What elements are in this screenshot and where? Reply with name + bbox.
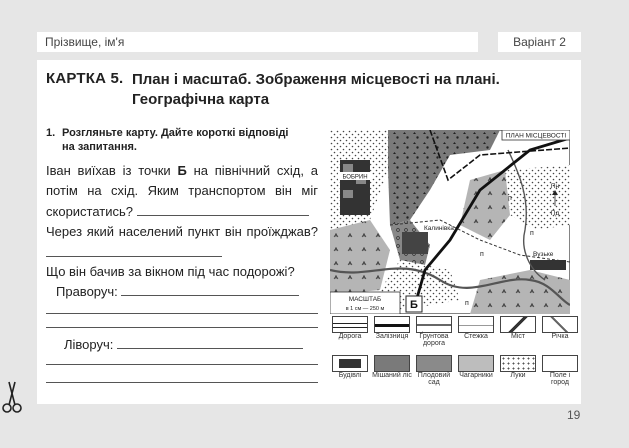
- legend-orchard-label: Плодовий сад: [417, 372, 451, 386]
- village-vuzke: Вузьке: [533, 251, 554, 258]
- legend-bridge: Міст: [498, 316, 538, 340]
- variant-box: Варіант 2: [498, 32, 581, 52]
- meadows-symbol-icon: [500, 355, 536, 372]
- left-side-label: Ліворуч:: [64, 337, 114, 352]
- question-3: Що він бачив за вікном під час подорожі?: [46, 262, 318, 282]
- legend-river-label: Річка: [551, 333, 569, 340]
- page-number: 19: [567, 408, 581, 422]
- terrain-plan: ПЛАН МІСЦЕВОСТІ Пн Пд БОБРИН Калинівка В…: [329, 129, 571, 319]
- legend-orchard: Плодовий сад: [414, 355, 454, 386]
- workbook-page: Прізвище, ім'я Варіант 2 КАРТКА 5. План …: [0, 0, 629, 448]
- point-b-ref: Б: [177, 163, 187, 178]
- legend-buildings: Будівлі: [330, 355, 370, 379]
- village-kalynivka: Калинівка: [424, 224, 454, 232]
- legend-path-label: Стежка: [464, 333, 488, 340]
- left-side-row: Ліворуч:: [46, 334, 336, 355]
- left-answer-field-1[interactable]: [117, 334, 304, 349]
- card-title-line1: План і масштаб. Зображення місцевості на…: [132, 71, 500, 88]
- meadow-mark-1: п: [508, 195, 512, 202]
- meadow-mark-2: п: [480, 251, 484, 258]
- railway-symbol-icon: [374, 316, 410, 333]
- compass-south: Пд: [551, 210, 560, 217]
- path-symbol-icon: [458, 316, 494, 333]
- question-2: Через який населений пункт він проїжджав…: [46, 222, 318, 263]
- legend-field-garden: Поле і город: [540, 355, 580, 386]
- left-answer-field-2[interactable]: [46, 364, 318, 365]
- orchard-symbol-icon: [416, 355, 452, 372]
- legend-mixed-forest-label: Мішаний ліс: [372, 372, 412, 379]
- right-answer-field-1[interactable]: [121, 281, 300, 296]
- question-3-text: Що він бачив за вікном під час подорожі?: [46, 264, 295, 279]
- card-number: КАРТКА 5.: [46, 70, 124, 87]
- plan-title: ПЛАН МІСЦЕВОСТІ: [506, 133, 566, 140]
- right-answer-field-3[interactable]: [46, 327, 318, 328]
- buildings-symbol-icon: [332, 355, 368, 372]
- legend-railway: Залізниця: [372, 316, 412, 340]
- task-instruction: 1. Розгляньте карту. Дайте короткі відпов…: [46, 126, 311, 154]
- legend-meadows-label: Луки: [510, 372, 526, 379]
- terrain-plan-svg: ПЛАН МІСЦЕВОСТІ Пн Пд БОБРИН Калинівка В…: [329, 129, 571, 315]
- answer-1-field[interactable]: [136, 201, 309, 216]
- village-bobryn: БОБРИН: [342, 175, 367, 181]
- mixed-forest-symbol-icon: [374, 355, 410, 372]
- question-2-text: Через який населений пункт він проїжджав…: [46, 224, 318, 239]
- legend-road-label: Дорога: [338, 333, 362, 340]
- compass-north: Пн: [551, 183, 560, 190]
- right-answer-field-2[interactable]: [46, 313, 318, 314]
- legend-mixed-forest: Мішаний ліс: [372, 355, 412, 379]
- task-line1: Розгляньте карту. Дайте короткі відповід…: [62, 127, 289, 139]
- bridge-symbol-icon: [500, 316, 536, 333]
- road-symbol-icon: [332, 316, 368, 333]
- question-1: Іван виїхав із точки Б на північний схід…: [46, 161, 318, 222]
- name-field-label: Прізвище, ім'я: [45, 35, 125, 49]
- legend-path: Стежка: [456, 316, 496, 340]
- legend-shrubs-label: Чагарники: [459, 372, 493, 379]
- legend-river: Річка: [540, 316, 580, 340]
- meadow-mark-3: п: [530, 230, 534, 237]
- dirt-road-symbol-icon: [416, 316, 452, 333]
- card-title: План і масштаб. Зображення місцевості на…: [132, 70, 552, 110]
- question-1-text-a: Іван виїхав із точки: [46, 163, 178, 178]
- legend-meadows: Луки: [498, 355, 538, 379]
- task-number: 1.: [46, 127, 56, 139]
- field-garden-symbol-icon: [542, 355, 578, 372]
- scale-text: в 1 см — 250 м: [346, 306, 385, 312]
- scissors-icon: [2, 381, 22, 413]
- answer-2-field[interactable]: [46, 242, 222, 257]
- left-answer-field-3[interactable]: [46, 382, 318, 383]
- legend-field-garden-label: Поле і город: [549, 372, 571, 386]
- river-symbol-icon: [542, 316, 578, 333]
- meadow-mark-4: п: [465, 300, 469, 307]
- scale-title: МАСШТАБ: [349, 296, 382, 303]
- task-line2: на запитання.: [62, 141, 137, 153]
- shrubs-symbol-icon: [458, 355, 494, 372]
- worksheet: КАРТКА 5. План і масштаб. Зображення міс…: [37, 60, 581, 404]
- legend-dirt-road: Ґрунтова дорога: [414, 316, 454, 347]
- legend-railway-label: Залізниця: [375, 333, 409, 340]
- legend-shrubs: Чагарники: [456, 355, 496, 379]
- right-side-row: Праворуч:: [46, 281, 328, 302]
- card-title-line2: Географічна карта: [132, 91, 270, 108]
- right-side-label: Праворуч:: [56, 284, 118, 299]
- legend-bridge-label: Міст: [510, 333, 526, 340]
- legend-dirt-road-label: Ґрунтова дорога: [419, 333, 449, 347]
- point-b: Б: [410, 299, 418, 311]
- variant-label: Варіант 2: [513, 35, 566, 49]
- legend-road: Дорога: [330, 316, 370, 340]
- legend-buildings-label: Будівлі: [338, 372, 362, 379]
- name-field[interactable]: Прізвище, ім'я: [37, 32, 478, 52]
